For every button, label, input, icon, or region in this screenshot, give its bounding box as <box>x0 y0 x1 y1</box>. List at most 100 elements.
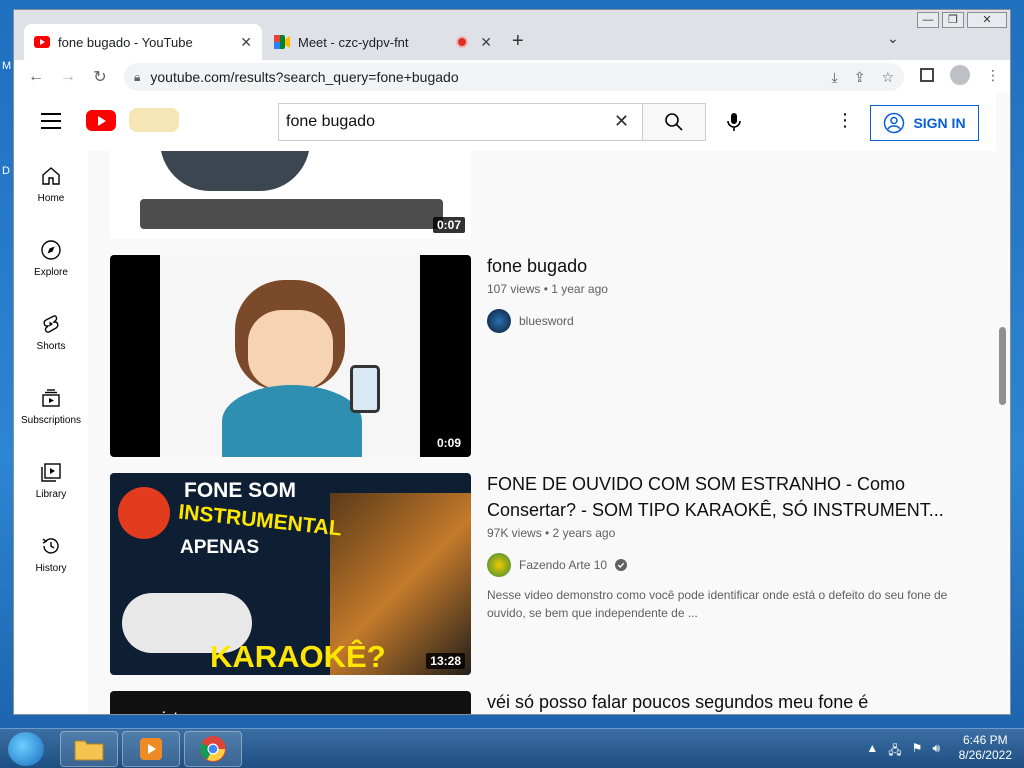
shorts-icon <box>43 315 59 333</box>
tab-title: Meet - czc-ydpv-fnt <box>298 34 409 50</box>
search-input[interactable]: fone bugado <box>278 103 643 141</box>
search-results: 0:07 0:09 fone bugado 107 views • 1 year… <box>88 151 996 714</box>
browser-menu-icon[interactable]: ⋮ <box>986 67 1000 84</box>
new-tab-button[interactable]: + <box>512 30 524 53</box>
sidebar-item-label: Subscriptions <box>20 415 82 426</box>
chrome-taskbar-button[interactable] <box>184 731 242 767</box>
minimize-button[interactable]: — <box>917 12 939 28</box>
youtube-logo[interactable] <box>86 110 116 131</box>
start-button[interactable] <box>8 732 44 766</box>
show-hidden-icons-icon[interactable]: ▲ <box>866 741 878 762</box>
thumbnail-text: APENAS <box>180 537 260 558</box>
reload-icon[interactable]: ↻ <box>84 67 116 87</box>
recording-icon <box>456 36 469 48</box>
description-line: Nesse video demonstro como você pode ide… <box>487 588 948 602</box>
youtube-favicon-icon <box>34 34 50 50</box>
channel-name: Fazendo Arte 10 <box>519 558 608 572</box>
video-duration: 0:07 <box>432 217 465 233</box>
page-scrollbar[interactable] <box>999 327 1006 405</box>
channel-name: bluesword <box>519 314 574 328</box>
sidebar-item-explore[interactable]: Explore <box>14 239 88 278</box>
video-thumbnail[interactable]: 0:09 <box>110 255 471 457</box>
clear-search-icon[interactable]: ✕ <box>614 111 629 132</box>
sidebar-item-library[interactable]: Library <box>14 461 88 500</box>
youtube-page: fone bugado ✕ ⋮ SIGN IN Home Explore Sho… <box>14 93 1010 714</box>
youtube-doodle-logo[interactable] <box>129 108 179 132</box>
tab-strip: fone bugado - YouTube ✕ Meet - czc-ydpv-… <box>14 10 1010 60</box>
microphone-icon[interactable] <box>722 110 746 134</box>
share-icon[interactable]: ⇪ <box>854 69 866 86</box>
thumbnail-text: KARAOKÊ? <box>210 639 386 674</box>
video-title[interactable]: FONE DE OUVIDO COM SOM ESTRANHO - Como C… <box>487 471 944 523</box>
system-tray-icons: ▲ 🖧︎ ⚑ 🔊︎ <box>866 741 940 762</box>
search-icon <box>665 113 683 131</box>
video-thumbnail[interactable]: integra <box>110 691 471 714</box>
side-panel-icon[interactable] <box>920 68 934 82</box>
volume-icon[interactable]: 🔊︎ <box>932 741 940 762</box>
tab-youtube[interactable]: fone bugado - YouTube ✕ <box>24 24 262 60</box>
tab-search-button[interactable]: ⌄ <box>887 30 899 47</box>
video-title[interactable]: fone bugado <box>487 253 587 279</box>
profile-avatar[interactable] <box>950 65 970 85</box>
clock-time: 6:46 PM <box>962 733 1008 747</box>
browser-window: fone bugado - YouTube ✕ Meet - czc-ydpv-… <box>13 9 1011 715</box>
lock-icon: 🔒︎ <box>134 69 141 84</box>
channel-avatar <box>487 309 511 333</box>
desktop-label: M <box>2 60 12 72</box>
tab-meet[interactable]: Meet - czc-ydpv-fnt ✕ <box>264 24 502 60</box>
action-center-icon[interactable]: ⚑ <box>912 741 923 762</box>
bookmark-star-icon[interactable]: ☆ <box>881 69 894 86</box>
description-line: ouvido, se bem que independente de ... <box>487 606 698 620</box>
system-clock[interactable]: 6:46 PM 8/26/2022 <box>959 733 1012 763</box>
back-arrow-icon[interactable]: ← <box>20 68 52 86</box>
library-icon <box>41 463 61 482</box>
url-text: youtube.com/results?search_query=fone+bu… <box>150 69 459 85</box>
guide-sidebar: Home Explore Shorts Subscriptions Librar… <box>14 151 88 714</box>
windows-taskbar: ▲ 🖧︎ ⚑ 🔊︎ 6:46 PM 8/26/2022 <box>0 728 1024 768</box>
sign-in-button[interactable]: SIGN IN <box>870 105 979 141</box>
sign-in-label: SIGN IN <box>913 115 966 131</box>
desktop-label: D <box>2 165 10 177</box>
address-bar[interactable]: 🔒︎ youtube.com/results?search_query=fone… <box>124 63 904 91</box>
forward-arrow-icon[interactable]: → <box>52 68 84 86</box>
sidebar-item-subscriptions[interactable]: Subscriptions <box>14 387 88 426</box>
network-icon[interactable]: 🖧︎ <box>888 741 901 762</box>
thumbnail-text: INSTRUMENTAL <box>177 500 343 541</box>
meet-favicon-icon <box>274 34 290 50</box>
video-title[interactable]: véi só posso falar poucos segundos meu f… <box>487 689 868 714</box>
video-duration: 0:09 <box>432 435 465 451</box>
maximize-button[interactable]: ❐ <box>942 12 964 28</box>
sidebar-item-shorts[interactable]: Shorts <box>14 313 88 352</box>
install-icon[interactable]: ⤓ <box>832 69 838 86</box>
video-thumbnail[interactable]: 0:07 <box>110 151 471 239</box>
sidebar-item-home[interactable]: Home <box>14 165 88 204</box>
sidebar-item-label: History <box>35 563 67 574</box>
channel-link[interactable]: Fazendo Arte 10 <box>487 553 628 577</box>
explorer-taskbar-button[interactable] <box>60 731 118 767</box>
sidebar-item-label: Shorts <box>36 341 66 352</box>
media-player-icon <box>140 738 162 760</box>
search-button[interactable] <box>642 103 706 141</box>
settings-menu-icon[interactable]: ⋮ <box>836 110 854 131</box>
video-description: Nesse video demonstro como você pode ide… <box>487 586 977 622</box>
video-duration: 13:28 <box>426 653 465 669</box>
account-icon <box>884 112 905 134</box>
sidebar-item-history[interactable]: History <box>14 535 88 574</box>
channel-link[interactable]: bluesword <box>487 309 574 333</box>
search-query: fone bugado <box>286 113 375 130</box>
close-window-button[interactable]: ✕ <box>967 12 1007 28</box>
clock-date: 8/26/2022 <box>958 748 1012 762</box>
youtube-header: fone bugado ✕ ⋮ SIGN IN <box>14 93 996 151</box>
tab-close-icon[interactable]: ✕ <box>240 34 252 51</box>
video-thumbnail[interactable]: FONE SOM INSTRUMENTAL APENAS KARAOKÊ? 13… <box>110 473 471 675</box>
video-title-line: FONE DE OUVIDO COM SOM ESTRANHO - Como <box>487 474 906 494</box>
video-title-line: Consertar? - SOM TIPO KARAOKÊ, SÓ INSTRU… <box>487 500 944 520</box>
compass-icon <box>41 240 61 260</box>
media-player-taskbar-button[interactable] <box>122 731 180 767</box>
hamburger-menu-icon[interactable] <box>41 113 61 134</box>
home-icon <box>42 167 60 185</box>
thumbnail-text: FONE SOM <box>184 479 297 502</box>
tab-close-icon[interactable]: ✕ <box>480 34 492 51</box>
thumbnail-text: integra <box>162 709 205 714</box>
subscriptions-icon <box>42 389 60 407</box>
